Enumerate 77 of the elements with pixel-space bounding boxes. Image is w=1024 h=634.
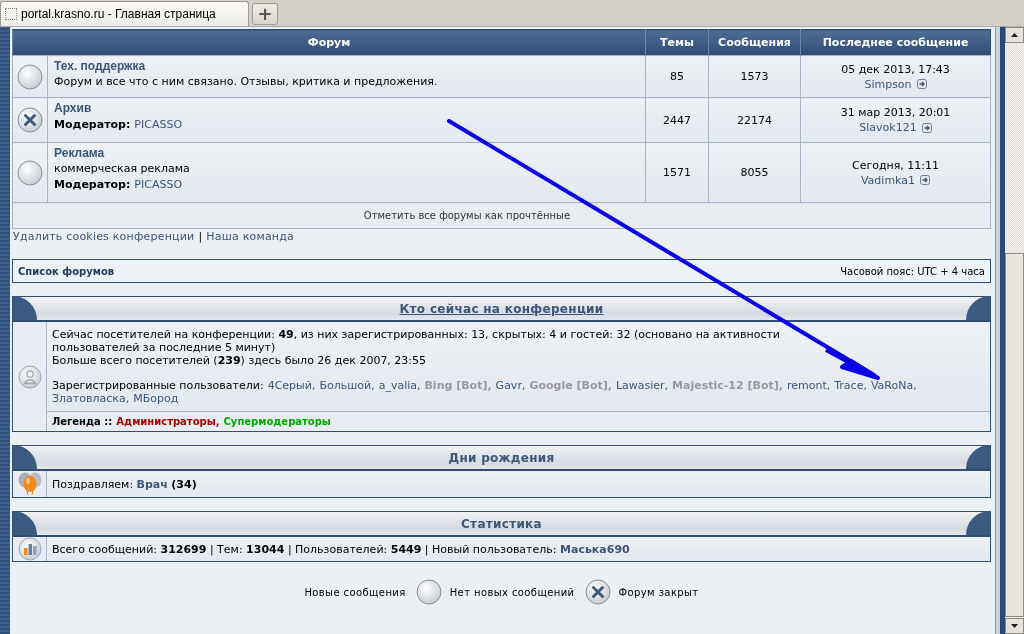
- user-link[interactable]: Маська690: [560, 542, 630, 556]
- user-link[interactable]: Врач: [136, 477, 168, 491]
- panel-title: Дни рождения: [448, 450, 555, 465]
- posts-cell: 22174: [708, 97, 801, 143]
- new-tab-button[interactable]: +: [252, 3, 278, 25]
- page-icon: [5, 8, 17, 20]
- moderator-link[interactable]: PICASSO: [134, 176, 183, 193]
- separator: |: [198, 230, 203, 245]
- posts-cell: 8055: [708, 142, 801, 203]
- forum-title[interactable]: Реклама: [54, 146, 105, 160]
- legend-text: Новые сообщения: [304, 586, 406, 598]
- balloons-icon: [16, 471, 43, 497]
- birthday-text: Поздравляем: Врач (34): [52, 477, 197, 491]
- author-link[interactable]: Slavok121: [859, 120, 917, 135]
- user-link[interactable]: Златовласка,: [52, 392, 130, 405]
- column-header: Темы: [645, 29, 709, 56]
- go-to-post-icon: [920, 175, 931, 185]
- header-corner: [13, 511, 37, 535]
- legend-group-link[interactable]: Администраторы,: [116, 416, 220, 427]
- column-header: Последнее сообщение: [800, 29, 991, 56]
- user-link[interactable]: Большой,: [319, 379, 375, 392]
- last-post-date: Сегодня, 11:11: [850, 157, 941, 173]
- user-link[interactable]: Gavr,: [495, 379, 526, 392]
- user-link[interactable]: a_valia,: [378, 379, 421, 392]
- down-arrow-icon: [1011, 624, 1018, 628]
- tab-title: portal.krasno.ru - Главная страница: [21, 7, 216, 21]
- scroll-up-button[interactable]: [1005, 27, 1024, 43]
- forum-description: Форум и все что с ним связано. Отзывы, критика и предложения.: [54, 74, 439, 89]
- forum-title[interactable]: Тех. поддержка: [54, 59, 146, 73]
- topics-cell: 2447: [645, 97, 709, 143]
- panel-title: Статистика: [461, 516, 542, 531]
- legend-label: Легенда ::: [52, 416, 113, 427]
- scroll-down-button[interactable]: [1005, 618, 1024, 634]
- topics-cell: 1571: [645, 142, 709, 203]
- user-link[interactable]: Lawasier,: [615, 379, 669, 392]
- last-post-date: 05 дек 2013, 17:43: [840, 61, 951, 77]
- go-to-post-icon: [916, 79, 927, 89]
- legend-text: Нет новых сообщений: [449, 586, 575, 598]
- topics-cell: 85: [645, 55, 709, 98]
- user-link[interactable]: 4Серый,: [267, 379, 316, 392]
- panel-title-link[interactable]: Кто сейчас на конференции: [399, 301, 604, 316]
- header-corner: [966, 445, 990, 469]
- column-header: Сообщения: [708, 29, 801, 56]
- up-arrow-icon: [1011, 33, 1018, 37]
- footer-link[interactable]: Наша команда: [206, 230, 294, 259]
- header-corner: [13, 296, 37, 320]
- statistics-text: Всего сообщений: 312699 | Тем: 13044 | Пользователей: 5449 | Новый пользователь: Маська690: [52, 542, 630, 556]
- moderator-link[interactable]: PICASSO: [134, 116, 183, 133]
- timezone-text: Часовой пояс: UTC + 4 часа: [840, 265, 985, 277]
- footer-link[interactable]: Удалить cookies конференции: [13, 230, 195, 259]
- moderator-label: Модератор:: [54, 177, 131, 193]
- bar-chart-icon: [17, 537, 42, 561]
- record-text: Больше всего посетителей (239) здесь было 26 дек 2007, 23:55: [52, 354, 428, 367]
- user-link[interactable]: remont,: [786, 379, 831, 392]
- user-link[interactable]: VaRoNa,: [870, 379, 917, 392]
- posts-cell: 1573: [708, 55, 801, 98]
- header-corner: [966, 296, 990, 320]
- moderator-label: Модератор:: [54, 117, 131, 133]
- browser-tab[interactable]: portal.krasno.ru - Главная страница: [0, 1, 249, 26]
- column-header: Форум: [12, 29, 646, 56]
- user-icon: [17, 364, 42, 389]
- header-corner: [13, 445, 37, 469]
- forum-title[interactable]: Архив: [54, 101, 92, 115]
- user-link[interactable]: Trace,: [834, 379, 867, 392]
- breadcrumb-link[interactable]: Список форумов: [18, 265, 115, 277]
- go-to-post-icon: [921, 122, 932, 133]
- online-summary: Сейчас посетителей на конференции: 49, из них зарегистрированных: 13, скрытых: 4 и гостей: 32 (основано на активности пользователей за последние 5 минут): [52, 328, 781, 354]
- scrollbar-thumb[interactable]: [1005, 253, 1024, 617]
- mark-read-link[interactable]: Отметить все форумы как прочтённые: [12, 202, 991, 229]
- user-link[interactable]: МБород: [133, 392, 179, 405]
- legend-text: Форум закрыт: [618, 586, 699, 598]
- author-link[interactable]: Vadimka1: [860, 172, 916, 188]
- last-post-date: 31 мар 2013, 20:01: [839, 105, 952, 120]
- author-link[interactable]: Simpson: [864, 76, 912, 92]
- forum-description: коммерческая реклама: [54, 161, 191, 176]
- users-label: Зарегистрированные пользователи:: [52, 379, 264, 392]
- header-corner: [966, 511, 990, 535]
